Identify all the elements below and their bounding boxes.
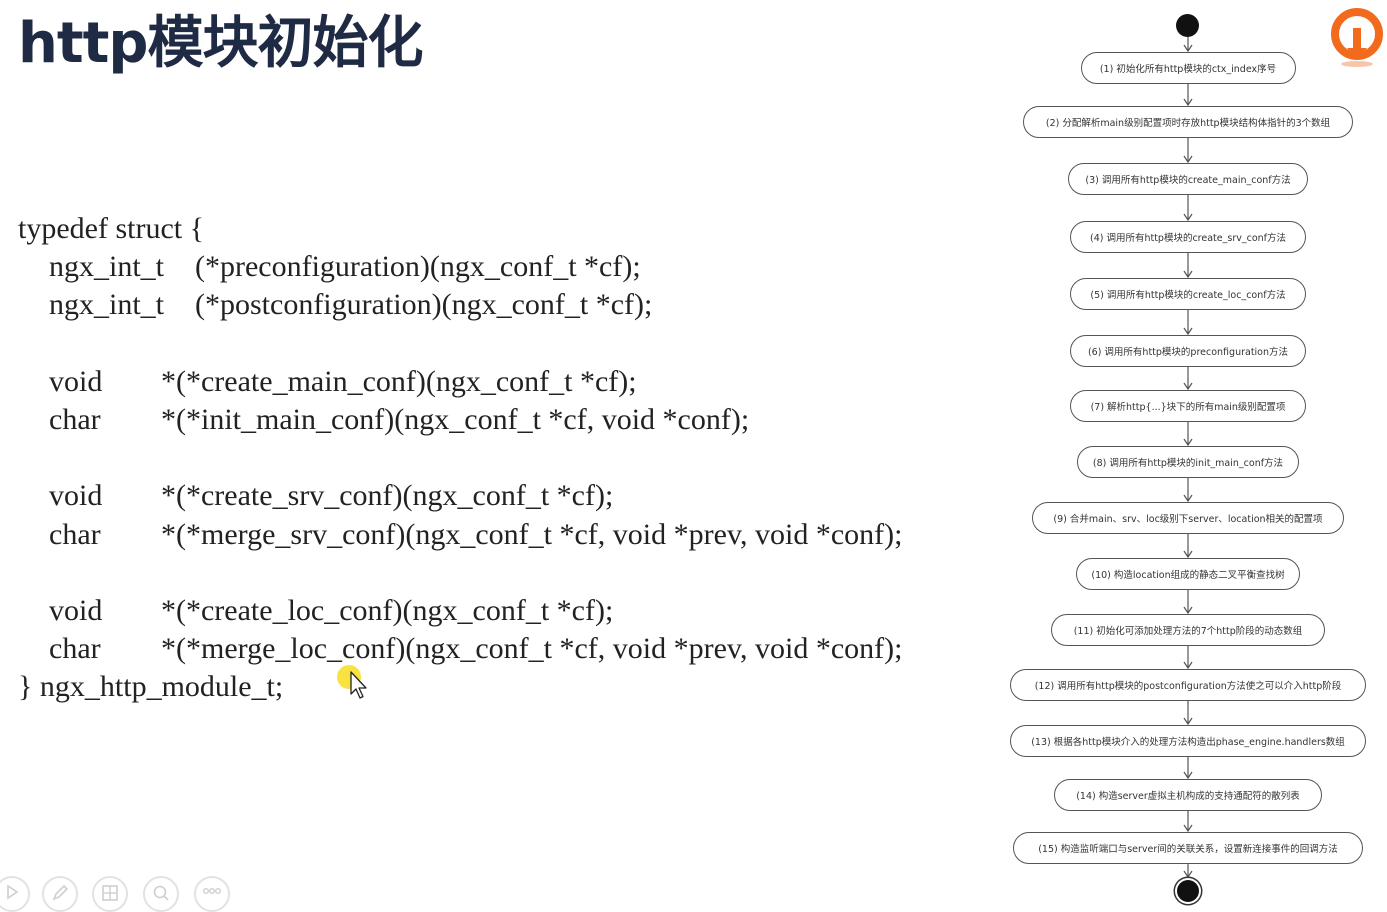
- flow-step: (5) 调用所有http模块的create_loc_conf方法: [1070, 278, 1306, 310]
- flow-step: (1) 初始化所有http模块的ctx_index序号: [1080, 52, 1296, 84]
- mouse-cursor-icon: [337, 665, 367, 699]
- pen-icon[interactable]: [42, 876, 78, 912]
- flow-step: (6) 调用所有http模块的preconfiguration方法: [1070, 335, 1306, 367]
- flow-step: (3) 调用所有http模块的create_main_conf方法: [1068, 163, 1308, 195]
- flow-step: (11) 初始化可添加处理方法的7个http阶段的动态数组: [1051, 614, 1325, 646]
- flow-step: (15) 构造监听端口与server间的关联关系，设置新连接事件的回调方法: [1013, 832, 1363, 864]
- play-icon[interactable]: [0, 876, 30, 912]
- flow-step: (13) 根据各http模块介入的处理方法构造出phase_engine.han…: [1010, 725, 1366, 757]
- flow-step: (12) 调用所有http模块的postconfiguration方法使之可以介…: [1010, 669, 1366, 701]
- zoom-icon[interactable]: [143, 876, 179, 912]
- logo-icon: [1331, 8, 1383, 67]
- flow-step: (4) 调用所有http模块的create_srv_conf方法: [1070, 221, 1306, 253]
- flow-step: (10) 构造location组成的静态二叉平衡查找树: [1076, 558, 1300, 590]
- flow-step: (8) 调用所有http模块的init_main_conf方法: [1077, 446, 1299, 478]
- flowchart: (1) 初始化所有http模块的ctx_index序号 (2) 分配解析main级…: [0, 0, 1387, 904]
- end-node: [1177, 880, 1199, 902]
- flow-step: (9) 合并main、srv、loc级别下server、location相关的配…: [1032, 502, 1344, 534]
- flow-step: (2) 分配解析main级别配置项时存放http模块结构体指针的3个数组: [1023, 106, 1353, 138]
- start-node: [1176, 14, 1199, 37]
- more-icon[interactable]: [194, 876, 230, 912]
- layout-icon[interactable]: [92, 876, 128, 912]
- slideshow-toolbar: [0, 874, 240, 912]
- flow-step: (7) 解析http{...}块下的所有main级别配置项: [1070, 390, 1306, 422]
- flow-step: (14) 构造server虚拟主机构成的支持通配符的散列表: [1054, 779, 1322, 811]
